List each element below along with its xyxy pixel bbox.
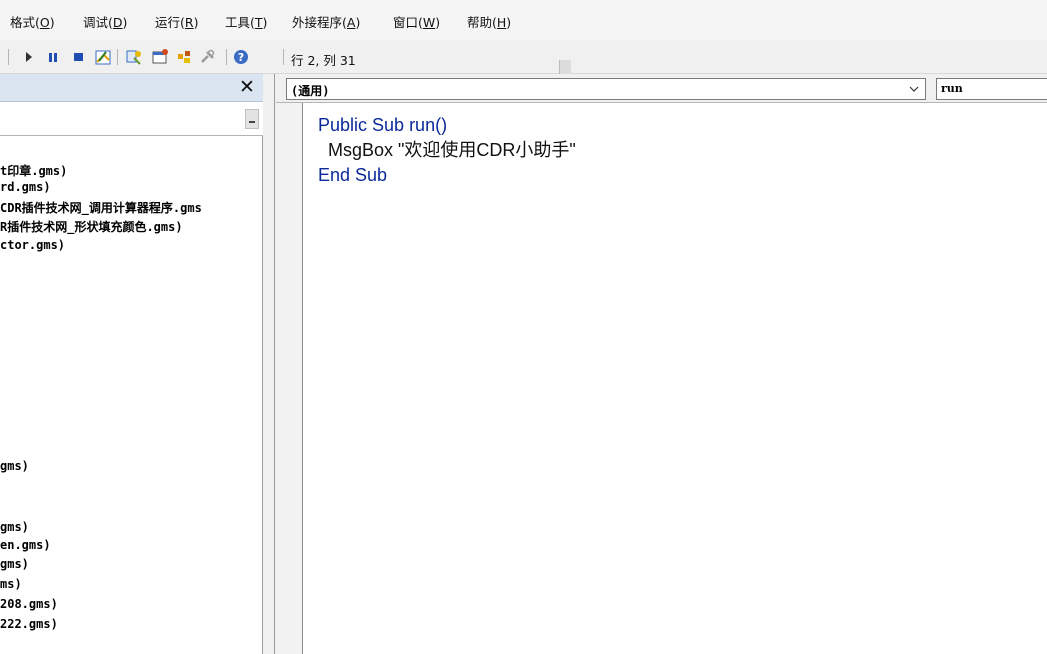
chevron-down-icon[interactable] — [907, 81, 921, 97]
menu-addins[interactable]: 外接程序(A) — [292, 12, 360, 31]
code-keyword: Public Sub — [318, 115, 405, 135]
menu-tools[interactable]: 工具(T) — [225, 12, 267, 31]
cursor-position-readout: 行 2, 列 31 — [291, 53, 356, 68]
menu-bar: 格式(O) 调试(D) 运行(R) 工具(T) 外接程序(A) 窗口(W) 帮助… — [0, 0, 1047, 40]
properties-icon[interactable] — [151, 48, 169, 66]
project-item[interactable]: gms) — [0, 520, 29, 534]
project-explorer-panel: ✕ t印章.gms) rd.gms) CDR插件技术网_调用计算器程序.gms … — [0, 74, 263, 654]
procedure-combobox[interactable]: run — [936, 78, 1047, 100]
code-editor[interactable]: Public Sub run() MsgBox "欢迎使用CDR小助手" End … — [318, 113, 576, 188]
project-item[interactable]: t印章.gms) — [0, 162, 67, 179]
toolbar-separator — [117, 49, 118, 65]
standard-toolbar: ? 行 2, 列 31 — [0, 40, 1047, 74]
project-explorer-icon[interactable] — [125, 48, 143, 66]
stop-icon[interactable] — [70, 48, 88, 66]
pause-icon[interactable] — [44, 48, 62, 66]
design-mode-icon[interactable] — [94, 48, 112, 66]
dropdown-arrow-icon[interactable] — [245, 109, 259, 129]
project-item[interactable]: gms) — [0, 459, 29, 473]
margin-indicator-bar[interactable] — [276, 103, 303, 654]
code-window: (通用) run Public Sub run() MsgBox "欢迎使用CD… — [276, 74, 1047, 654]
code-keyword: End Sub — [318, 165, 388, 185]
project-item[interactable]: gms) — [0, 557, 29, 571]
project-panel-dropdown[interactable] — [0, 102, 263, 136]
project-item[interactable]: 222.gms) — [0, 617, 58, 631]
toolbar-separator — [283, 49, 284, 65]
object-browser-icon[interactable] — [175, 48, 193, 66]
project-item[interactable]: en.gms) — [0, 538, 51, 552]
project-item[interactable]: ctor.gms) — [0, 238, 65, 252]
code-line-3: End Sub — [318, 163, 576, 188]
project-item[interactable]: CDR插件技术网_调用计算器程序.gms — [0, 199, 202, 216]
project-item[interactable]: R插件技术网_形状填充颜色.gms) — [0, 218, 183, 235]
toolbar-separator — [226, 49, 227, 65]
code-text: run() — [404, 115, 448, 135]
code-window-header: (通用) run — [276, 74, 1047, 103]
toolbar-separator — [8, 49, 9, 65]
menu-help[interactable]: 帮助(H) — [467, 12, 511, 31]
panel-splitter[interactable] — [264, 74, 275, 654]
help-icon[interactable]: ? — [232, 48, 250, 66]
menu-run[interactable]: 运行(R) — [155, 12, 198, 31]
menu-debug[interactable]: 调试(D) — [83, 12, 127, 31]
close-icon[interactable]: ✕ — [237, 77, 257, 97]
code-line-1: Public Sub run() — [318, 113, 576, 138]
project-item[interactable]: ms) — [0, 577, 22, 591]
menu-window[interactable]: 窗口(W) — [393, 12, 440, 31]
object-combobox[interactable]: (通用) — [286, 78, 926, 100]
project-item[interactable]: rd.gms) — [0, 180, 51, 194]
procedure-combobox-value: run — [941, 82, 963, 95]
project-panel-header: ✕ — [0, 74, 263, 102]
svg-text:?: ? — [238, 51, 244, 64]
code-line-2: MsgBox "欢迎使用CDR小助手" — [318, 140, 576, 160]
run-icon[interactable] — [20, 48, 38, 66]
toolbar-grip[interactable] — [559, 60, 571, 74]
toolbox-icon[interactable] — [199, 48, 217, 66]
object-combobox-value: (通用) — [291, 84, 330, 98]
project-item[interactable]: 208.gms) — [0, 597, 58, 611]
menu-format[interactable]: 格式(O) — [10, 12, 55, 31]
